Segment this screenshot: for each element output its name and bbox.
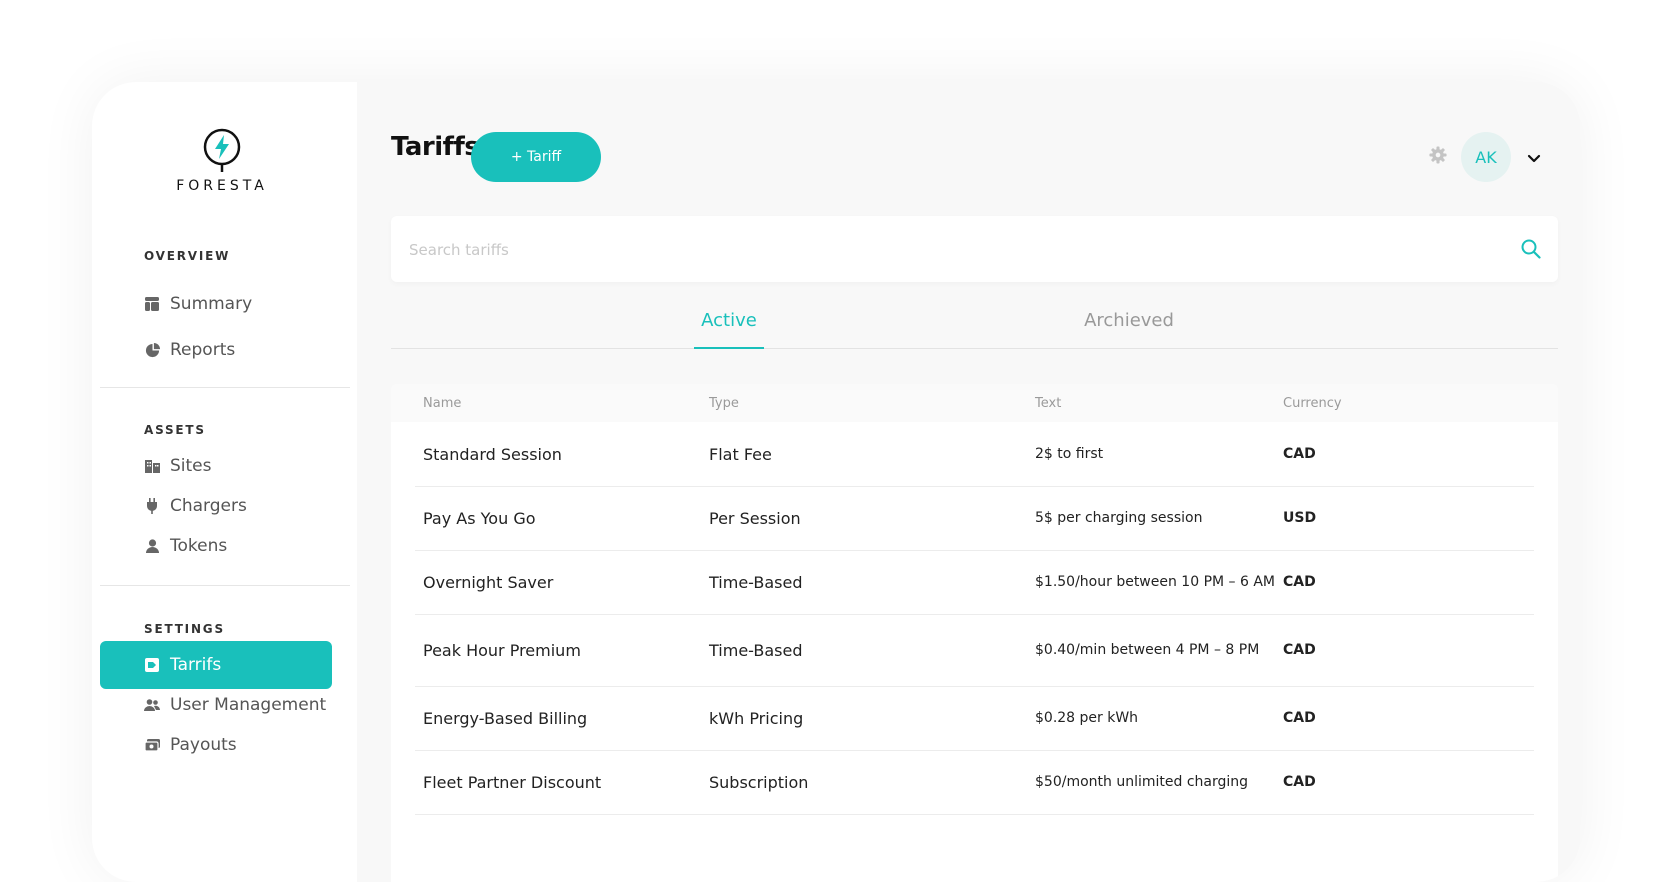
sidebar-item-reports[interactable]: Reports <box>100 326 332 374</box>
table-row[interactable]: Pay As You Go Per Session 5$ per chargin… <box>415 486 1534 551</box>
cell-name: Fleet Partner Discount <box>423 772 602 792</box>
search-icon[interactable] <box>1520 238 1542 264</box>
users-icon <box>144 697 160 713</box>
cell-name: Energy-Based Billing <box>423 708 588 728</box>
sidebar-item-summary[interactable]: Summary <box>100 280 332 328</box>
section-label-assets: ASSETS <box>144 423 206 437</box>
cell-currency: CAD <box>1283 574 1316 590</box>
cell-currency: CAD <box>1283 774 1316 790</box>
table-row[interactable]: Overnight Saver Time-Based $1.50/hour be… <box>415 550 1534 615</box>
cell-type: Time-Based <box>709 640 803 660</box>
cell-type: Per Session <box>709 508 801 528</box>
search-bar <box>391 216 1558 284</box>
main-content: Tariffs + Tariff AK Search tariffs Activ… <box>357 82 1580 882</box>
section-label-overview: OVERVIEW <box>144 249 231 263</box>
sidebar-item-label: Chargers <box>170 496 247 516</box>
cell-type: Subscription <box>709 772 809 792</box>
sidebar-divider <box>100 585 350 586</box>
table-row[interactable]: Standard Session Flat Fee 2$ to first CA… <box>415 422 1534 487</box>
cell-text: 5$ per charging session <box>1035 510 1203 526</box>
sidebar-item-label: Sites <box>170 456 212 476</box>
table-header: Name Type Text Currency <box>391 384 1558 422</box>
cell-text: $0.28 per kWh <box>1035 710 1139 726</box>
sidebar-divider <box>100 387 350 388</box>
chevron-down-icon[interactable] <box>1527 149 1541 168</box>
search-input[interactable] <box>391 216 1511 284</box>
cell-text: $50/month unlimited charging <box>1035 774 1249 790</box>
sidebar-item-label: Summary <box>170 294 253 314</box>
lightning-logo-icon <box>203 128 241 172</box>
column-header-name[interactable]: Name <box>423 384 461 422</box>
section-label-settings: SETTINGS <box>144 622 225 636</box>
pie-chart-icon <box>144 342 160 358</box>
cell-currency: CAD <box>1283 446 1316 462</box>
cell-type: Time-Based <box>709 572 803 592</box>
brand-logo[interactable]: FORESTA <box>172 128 272 194</box>
cell-name: Peak Hour Premium <box>423 640 581 660</box>
sidebar-item-label: User Management <box>170 695 327 715</box>
brand-wordmark: FORESTA <box>176 178 268 194</box>
tabs: Active Archieved <box>391 292 1558 349</box>
table-row[interactable]: Energy-Based Billing kWh Pricing $0.28 p… <box>415 686 1534 751</box>
column-header-text[interactable]: Text <box>1035 384 1061 422</box>
summary-icon <box>144 296 160 312</box>
cell-currency: CAD <box>1283 710 1316 726</box>
cell-text: $0.40/min between 4 PM – 8 PM <box>1035 642 1260 658</box>
cell-name: Standard Session <box>423 444 562 464</box>
tariffs-table: Name Type Text Currency Standard Session… <box>391 384 1558 882</box>
sidebar-item-payouts[interactable]: Payouts <box>100 721 332 769</box>
tab-active[interactable]: Active <box>694 292 764 349</box>
tab-archieved[interactable]: Archieved <box>1084 292 1174 348</box>
app-window: FORESTA OVERVIEW Summary Reports ASSETS … <box>92 82 1580 882</box>
sidebar-item-label: Reports <box>170 340 236 360</box>
cell-name: Pay As You Go <box>423 508 536 528</box>
sidebar-item-tokens[interactable]: Tokens <box>100 522 332 570</box>
page-title: Tariffs <box>391 132 480 162</box>
building-icon <box>144 458 160 474</box>
cell-currency: CAD <box>1283 642 1316 658</box>
column-header-currency[interactable]: Currency <box>1283 384 1342 422</box>
payout-icon <box>144 737 160 753</box>
column-header-type[interactable]: Type <box>709 384 739 422</box>
table-row[interactable]: Fleet Partner Discount Subscription $50/… <box>415 750 1534 815</box>
tag-icon <box>144 657 160 673</box>
cell-type: kWh Pricing <box>709 708 804 728</box>
person-icon <box>144 538 160 554</box>
avatar[interactable]: AK <box>1461 132 1511 182</box>
cell-text: 2$ to first <box>1035 446 1104 462</box>
cell-type: Flat Fee <box>709 444 772 464</box>
cell-currency: USD <box>1283 510 1317 526</box>
sidebar: FORESTA OVERVIEW Summary Reports ASSETS … <box>92 82 357 882</box>
plug-icon <box>144 498 160 514</box>
cell-name: Overnight Saver <box>423 572 554 592</box>
sidebar-item-label: Payouts <box>170 735 237 755</box>
cell-text: $1.50/hour between 10 PM – 6 AM <box>1035 574 1276 590</box>
sidebar-item-label: Tokens <box>170 536 228 556</box>
sidebar-item-label: Tarrifs <box>170 655 222 675</box>
add-tariff-button[interactable]: + Tariff <box>471 132 601 182</box>
table-row[interactable]: Peak Hour Premium Time-Based $0.40/min b… <box>415 614 1534 687</box>
gear-icon[interactable] <box>1429 146 1447 168</box>
